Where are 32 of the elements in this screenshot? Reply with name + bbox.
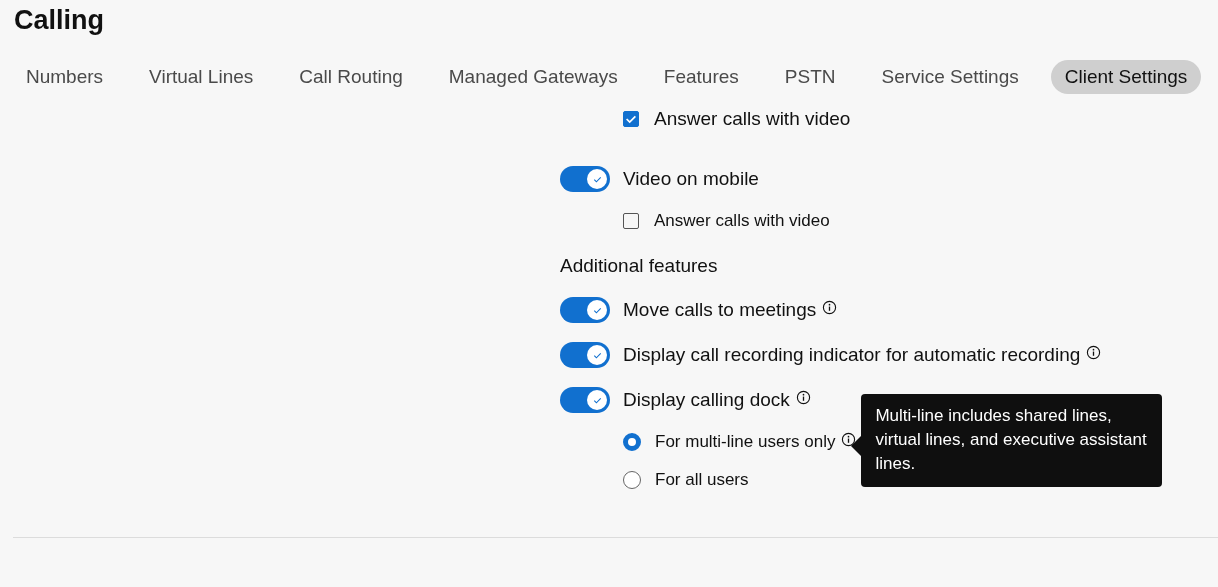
tab[interactable]: Virtual Lines [135, 60, 268, 94]
toggle-label: Display call recording indicator for automatic recording [623, 344, 1081, 366]
tooltip: Multi-line includes shared lines, virtual lines, and executive assistant lines. [861, 393, 1163, 487]
checkbox[interactable] [623, 111, 639, 127]
toggle-label: Video on mobile [623, 168, 759, 190]
info-icon[interactable] [795, 389, 811, 405]
toggle-switch[interactable] [560, 297, 610, 323]
tab[interactable]: PSTN [770, 60, 850, 94]
toggle-label: Move calls to meetings [623, 299, 817, 321]
tab[interactable]: Features [649, 60, 753, 94]
toggle-switch[interactable] [560, 166, 610, 192]
tab[interactable]: Service Settings [867, 60, 1033, 94]
info-icon[interactable] [841, 431, 857, 447]
page-title: Calling [14, 4, 105, 36]
info-icon[interactable] [1086, 344, 1102, 360]
tab[interactable]: Client Settings [1050, 60, 1202, 94]
checkbox[interactable] [623, 213, 639, 229]
tab[interactable]: Call Routing [285, 60, 417, 94]
tab[interactable]: Managed Gateways [434, 60, 632, 94]
radio-label: For multi-line users only [655, 432, 836, 452]
toggle-switch[interactable] [560, 342, 610, 368]
info-icon[interactable] [822, 299, 838, 315]
toggle-label: Display calling dock [623, 389, 790, 411]
radio-button[interactable] [623, 471, 641, 489]
radio-label: For all users [655, 470, 749, 490]
checkbox-label: Answer calls with video [654, 108, 851, 130]
checkbox-label: Answer calls with video [654, 211, 830, 231]
tab[interactable]: Numbers [12, 60, 118, 94]
radio-button[interactable] [623, 433, 641, 451]
section-heading: Additional features [560, 256, 719, 276]
toggle-switch[interactable] [560, 387, 610, 413]
tooltip-pointer [851, 435, 862, 456]
